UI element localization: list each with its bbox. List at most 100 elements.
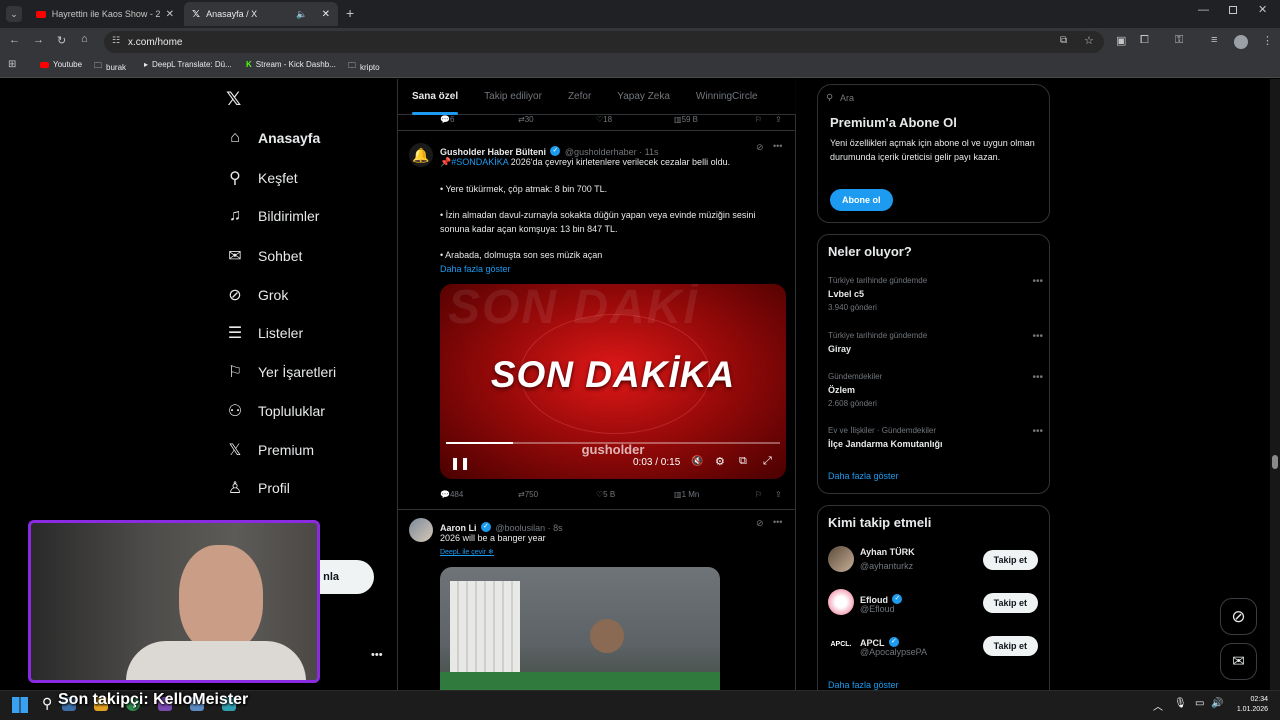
repost-button[interactable]: ⇄ 30 bbox=[518, 115, 534, 124]
follow-show-more[interactable]: Daha fazla göster bbox=[828, 680, 899, 690]
reply-button[interactable]: 💬 484 bbox=[440, 490, 463, 499]
profile-avatar[interactable] bbox=[1234, 35, 1248, 49]
microphone-icon[interactable]: 🎙 bbox=[1174, 698, 1187, 709]
bookmark-burak[interactable]: 🗀 burak bbox=[94, 60, 126, 74]
media-icon[interactable]: ≡ bbox=[1211, 34, 1217, 46]
nav-lists[interactable]: ☰ Listeler bbox=[226, 323, 303, 343]
new-tab-button[interactable]: + bbox=[346, 5, 354, 21]
views-button[interactable]: ▥ 1 Mn bbox=[674, 490, 699, 499]
follow-button[interactable]: Takip et bbox=[982, 550, 1038, 570]
follow-suggestion[interactable]: Ayhan TÜRK @ayhanturkz Takip et bbox=[828, 544, 1048, 580]
tweet-aaron[interactable]: Aaron Li ✓ @boolusilan · 8s ⊘ ••• 2026 w… bbox=[398, 510, 796, 690]
url-input[interactable]: ☷ x.com/home ⧉ ☆ bbox=[104, 31, 1104, 53]
show-more-link[interactable]: Daha fazla göster bbox=[440, 263, 780, 277]
more-icon[interactable]: ••• bbox=[1032, 276, 1043, 287]
repost-button[interactable]: ⇄ 750 bbox=[518, 490, 538, 499]
grok-icon[interactable]: ⊘ bbox=[756, 518, 764, 529]
search-icon[interactable]: ⚲ bbox=[42, 695, 52, 712]
bookmark-kick[interactable]: K Stream - Kick Dashb... bbox=[246, 60, 336, 69]
install-icon[interactable]: ⧉ bbox=[1060, 35, 1067, 46]
x-logo-icon[interactable]: 𝕏 bbox=[226, 88, 241, 111]
avatar[interactable] bbox=[409, 518, 433, 542]
extension-icon[interactable]: ▣ bbox=[1116, 34, 1126, 47]
home-icon[interactable]: ⌂ bbox=[81, 33, 88, 45]
bookmark-icon[interactable]: ⚐ bbox=[755, 115, 762, 124]
grok-float-button[interactable]: ⊘ bbox=[1220, 598, 1257, 635]
hashtag-link[interactable]: #SONDAKİKA bbox=[451, 157, 508, 167]
back-icon[interactable]: ← bbox=[9, 34, 20, 46]
bookmark-youtube[interactable]: Youtube bbox=[40, 60, 82, 69]
trend-item[interactable]: Türkiye tarihinde gündemde Lvbel c5 3.94… bbox=[828, 276, 1043, 312]
like-button[interactable]: ♡ 18 bbox=[596, 115, 612, 124]
tweet-gusholder[interactable]: 🔔 Gusholder Haber Bülteni ✓ @gusholderha… bbox=[398, 131, 796, 510]
translate-link[interactable]: DeepL ile çevir ❄ bbox=[440, 548, 494, 556]
tab-yapay-zeka[interactable]: Yapay Zeka bbox=[617, 91, 670, 102]
like-button[interactable]: ♡ 5 B bbox=[596, 490, 615, 499]
bookmark-star-icon[interactable]: ☆ bbox=[1084, 34, 1094, 47]
pause-icon[interactable]: ❚❚ bbox=[450, 456, 470, 470]
video-progress-track[interactable] bbox=[446, 442, 780, 444]
avatar[interactable]: APCL. bbox=[828, 632, 854, 658]
tab-following[interactable]: Takip ediliyor bbox=[484, 91, 542, 102]
trend-item[interactable]: Gündemdekiler Özlem 2.608 gönderi ••• bbox=[828, 372, 1043, 408]
avatar[interactable]: 🔔 bbox=[409, 143, 433, 167]
site-info-icon[interactable]: ☷ bbox=[112, 35, 120, 46]
bookmark-kripto[interactable]: 🗀 kripto bbox=[348, 60, 380, 74]
video-player[interactable]: SON DAKİ SON DAKİKA gusholder ❚❚ 0:03 / … bbox=[440, 284, 786, 479]
more-icon[interactable]: ••• bbox=[1032, 372, 1043, 383]
menu-icon[interactable]: ⋮ bbox=[1262, 34, 1273, 47]
apps-icon[interactable]: ⊞ bbox=[8, 59, 16, 70]
bookmark-deepl[interactable]: ▸ DeepL Translate: Dü... bbox=[144, 60, 232, 69]
more-icon[interactable]: ••• bbox=[773, 517, 782, 527]
follow-button[interactable]: Takip et bbox=[982, 593, 1038, 613]
nav-communities[interactable]: ⚇ Topluluklar bbox=[226, 401, 325, 421]
pip-icon[interactable]: ⧉ bbox=[739, 455, 747, 468]
account-more-icon[interactable]: ••• bbox=[371, 649, 383, 661]
nav-premium[interactable]: 𝕏 Premium bbox=[226, 440, 314, 460]
views-button[interactable]: ▥ 59 B bbox=[674, 115, 698, 124]
trend-item[interactable]: Ev ve İlişkiler · Gündemdekiler İlçe Jan… bbox=[828, 426, 1043, 449]
follow-button[interactable]: Takip et bbox=[982, 636, 1038, 656]
grok-icon[interactable]: ⊘ bbox=[756, 142, 764, 153]
messages-float-button[interactable]: ✉ bbox=[1220, 643, 1257, 680]
tab-for-you[interactable]: Sana özel bbox=[412, 91, 458, 102]
clock[interactable]: 02:34 1.01.2026 bbox=[1228, 695, 1268, 715]
subscribe-button[interactable]: Abone ol bbox=[830, 189, 893, 211]
more-icon[interactable]: ••• bbox=[1032, 426, 1043, 437]
minimize-button[interactable]: — bbox=[1198, 4, 1209, 16]
tab-close-icon[interactable]: ✕ bbox=[322, 9, 330, 20]
tray-chevron-icon[interactable]: ︿ bbox=[1153, 698, 1163, 713]
nav-home[interactable]: ⌂ Anasayfa bbox=[226, 129, 320, 147]
audio-icon[interactable]: 🔈 bbox=[296, 9, 307, 20]
scrollbar-thumb[interactable] bbox=[1272, 455, 1278, 469]
fullscreen-icon[interactable]: ⤢ bbox=[763, 455, 772, 468]
reload-icon[interactable]: ↻ bbox=[57, 34, 66, 47]
forward-icon[interactable]: → bbox=[33, 34, 44, 46]
tab-zefor[interactable]: Zefor bbox=[568, 91, 591, 102]
windows-start-icon[interactable] bbox=[12, 697, 28, 713]
nav-messages[interactable]: ✉ Sohbet bbox=[226, 246, 302, 266]
mute-icon[interactable]: 🔇 bbox=[691, 456, 703, 467]
tab-winningcircle[interactable]: WinningCircle bbox=[696, 91, 758, 102]
tab-x-home[interactable]: 𝕏 Anasayfa / X 🔈 ✕ bbox=[184, 2, 338, 26]
share-icon[interactable]: ⇪ bbox=[775, 115, 782, 124]
more-icon[interactable]: ••• bbox=[1032, 331, 1043, 342]
trend-item[interactable]: Türkiye tarihinde gündemde Giray ••• bbox=[828, 331, 1043, 354]
display-icon[interactable]: ▭ bbox=[1195, 698, 1204, 709]
tweet-image[interactable] bbox=[440, 567, 720, 690]
trends-show-more[interactable]: Daha fazla göster bbox=[828, 471, 899, 481]
close-window-button[interactable]: ✕ bbox=[1258, 3, 1267, 16]
password-icon[interactable]: ⚿ bbox=[1175, 34, 1183, 47]
scrollbar-track[interactable] bbox=[1270, 79, 1280, 690]
nav-notifications[interactable]: ♫ Bildirimler bbox=[226, 207, 319, 225]
maximize-button[interactable] bbox=[1229, 6, 1237, 14]
reply-button[interactable]: 💬 6 bbox=[440, 115, 454, 124]
follow-suggestion[interactable]: APCL. APCL ✓ @ApocalypsePA Takip et bbox=[828, 630, 1048, 666]
avatar[interactable] bbox=[828, 546, 854, 572]
more-icon[interactable]: ••• bbox=[773, 141, 782, 151]
avatar[interactable] bbox=[828, 589, 854, 615]
nav-grok[interactable]: ⊘ Grok bbox=[226, 285, 288, 305]
nav-profile[interactable]: ♙ Profil bbox=[226, 478, 290, 498]
bookmark-icon[interactable]: ⚐ bbox=[755, 490, 762, 499]
volume-icon[interactable]: 🔊 bbox=[1211, 698, 1223, 709]
